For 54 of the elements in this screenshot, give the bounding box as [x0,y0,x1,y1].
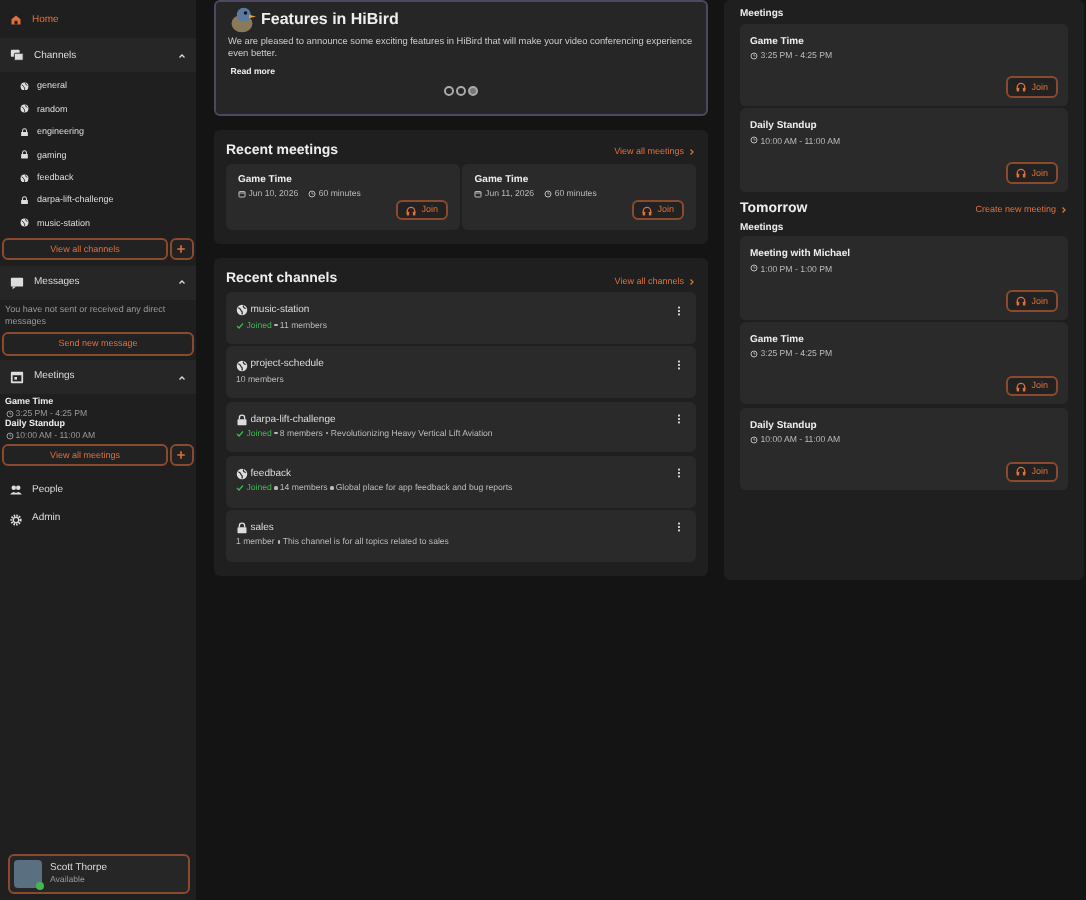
lock-icon [20,150,29,160]
check-icon [236,429,244,438]
globe-icon [20,218,29,228]
message-icon [10,275,24,290]
clock-icon [544,190,553,199]
clock-icon [750,435,758,444]
calendar-icon [238,190,246,199]
globe-icon [20,173,29,183]
settings-icon [10,513,22,526]
separator-dot-icon [274,486,278,490]
globe-icon [236,304,248,317]
headphones-icon [1015,295,1026,306]
clock-icon [5,431,13,440]
clock-icon [750,51,758,60]
globe-icon [236,467,248,480]
chevron-right-icon [1060,206,1068,215]
people-icon [10,484,22,497]
bird-drawing [228,6,256,34]
lock-icon [20,195,29,205]
carousel-dot[interactable] [443,85,454,96]
clock-icon [5,409,13,418]
clock-icon [308,190,317,199]
carousel-dot[interactable] [468,85,479,96]
status-dot-icon [36,882,44,890]
globe-icon [236,359,248,372]
lock-icon [236,521,248,534]
clock-icon [750,136,758,145]
chevron-right-icon [688,148,696,157]
headphones-icon [641,205,652,216]
announcement-title: Features in HiBird [261,10,399,30]
plus-icon [176,243,187,254]
headphones-icon [1015,82,1026,93]
lock-icon [236,413,248,426]
add-button[interactable] [169,443,194,467]
headphones-icon [1015,167,1026,178]
headphones-icon [1015,466,1026,477]
plus-icon [176,449,187,460]
headphones-icon [405,205,416,216]
separator-dot-icon [330,486,334,490]
check-icon [236,321,244,330]
carousel-dot[interactable] [456,85,466,96]
home-icon [10,13,22,26]
add-button[interactable] [169,237,194,261]
clock-icon [750,350,758,359]
chat-bubbles-icon [10,48,24,63]
globe-icon [20,81,29,91]
calendar-icon [10,370,24,385]
lock-icon [20,127,29,137]
calendar-icon [474,190,483,199]
clock-icon [750,264,758,273]
chevron-right-icon [688,277,696,286]
headphones-icon [1015,381,1026,392]
globe-icon [20,104,29,114]
check-icon [236,483,244,492]
